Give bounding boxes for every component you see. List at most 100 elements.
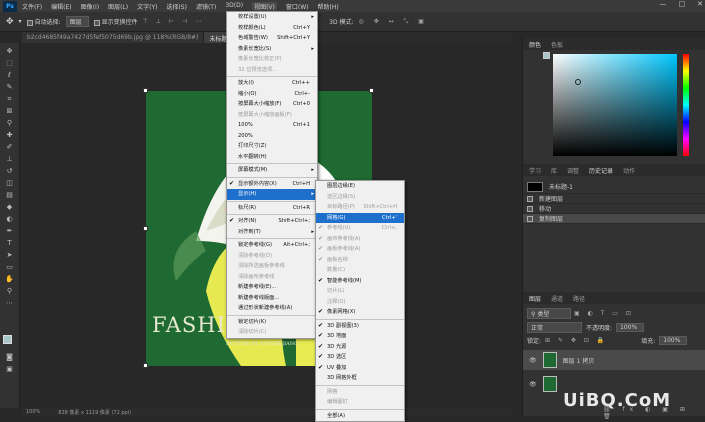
gradient-icon[interactable]: ▤ [4,191,15,200]
quick-select-icon[interactable]: ✎ [4,83,15,92]
marquee-icon[interactable]: ⬚ [4,59,15,68]
healing-icon[interactable]: ✚ [4,131,15,140]
menu-item[interactable]: 图层(L) [108,2,128,11]
menu-item[interactable]: 文字(Y) [137,2,157,11]
menu-item[interactable]: 显示(H) ▸ [227,189,317,200]
menu-item[interactable]: 对齐到(T) ▸ [227,227,317,238]
transform-handle[interactable] [369,88,374,93]
visibility-eye-icon[interactable]: 👁 [529,381,537,388]
menu-item[interactable]: 放大(I) Ctrl++ [227,78,317,89]
history-item[interactable]: 新建图层 [523,194,705,204]
menu-item[interactable]: 图像(I) [81,2,99,11]
tab-paths[interactable]: 路径 [573,294,585,303]
menu-item[interactable]: 200% [227,131,317,142]
menu-item[interactable]: 3D(D) [225,2,243,11]
maximize-icon[interactable]: □ [679,0,686,8]
tab-color[interactable]: 颜色 [529,40,541,49]
menu-item[interactable]: 校样颜色(L) Ctrl+Y [227,23,317,34]
more-tools-icon[interactable]: ⋯ [4,299,15,308]
transform-handle[interactable] [143,88,148,93]
shape-icon[interactable]: ▭ [4,263,15,272]
blend-mode-dropdown[interactable]: 正常 [527,322,582,333]
menu-item[interactable]: 打印尺寸(Z) [227,141,317,152]
tab-learn[interactable]: 学习 [529,166,541,175]
show-transform-checkbox[interactable]: 显示变换控件 [93,17,138,26]
menu-item[interactable]: 3D 网格外框 [316,373,404,384]
menu-item[interactable]: 文件(F) [22,2,42,11]
menu-item[interactable]: 按屏幕大小缩放(F) Ctrl+0 [227,99,317,110]
dodge-icon[interactable]: ◐ [4,215,15,224]
menu-item[interactable]: 网格(G) Ctrl+' [316,212,404,223]
stamp-icon[interactable]: ⊥ [4,155,15,164]
menu-item[interactable]: 编辑(E) [51,2,71,11]
menu-item[interactable]: 选择(S) [166,2,187,11]
tab-adjustments[interactable]: 调整 [567,166,579,175]
minimize-icon[interactable]: — [660,0,667,8]
layer-row[interactable]: 👁 图层 1 拷贝 [523,350,705,370]
history-item[interactable]: 移动 [523,204,705,214]
lock-icons[interactable]: ⊞ ✎ ✥ ⊡ 🔒 [545,337,607,344]
tab-channels[interactable]: 通道 [551,294,563,303]
opacity-field[interactable]: 100% [616,323,645,332]
pen-icon[interactable]: ✒ [4,227,15,236]
menu-item[interactable]: ✔ 3D 副视图(3) [316,321,404,332]
layer-filter-icons[interactable]: ▣ ◐ T ▭ ⊡ [574,310,634,317]
menu-item[interactable]: ✔ 智能参考线(M) [316,276,404,287]
menu-item[interactable]: 像素长宽比(S) ▸ [227,44,317,55]
layer-action-icons[interactable]: ⛓ fx ◐ ▣ ⊞ 🗑 [603,406,705,420]
menu-item[interactable]: 水平翻转(H) [227,152,317,163]
tab-actions[interactable]: 动作 [623,166,635,175]
move-icon[interactable]: ✥ [4,47,15,56]
eyedropper-icon[interactable]: ⚲ [4,119,15,128]
transform-handle[interactable] [143,363,148,368]
menu-item[interactable]: ✔ 3D 地面 [316,331,404,342]
close-icon[interactable]: ✕ [697,0,703,8]
frame-icon[interactable]: ⊠ [4,107,15,116]
menu-item[interactable]: ✔ UV 叠加 [316,363,404,374]
menu-item[interactable]: 视图(V) [252,1,277,11]
auto-select-dropdown[interactable]: 图层 [65,16,89,27]
fill-field[interactable]: 100% [659,336,688,345]
color-picker-cursor[interactable] [575,79,581,85]
menu-item[interactable]: ✔ 3D 选区 [316,352,404,363]
brush-icon[interactable]: ✐ [4,143,15,152]
menu-item[interactable]: ✔ 像素网格(X) [316,307,404,318]
photoshop-logo[interactable]: Ps [3,0,17,12]
tab-swatches[interactable]: 色板 [551,40,563,49]
menu-item[interactable]: 图层边缘(E) [316,181,404,192]
menu-item[interactable]: 窗口(W) [286,2,309,11]
menu-item[interactable]: 帮助(H) [318,2,339,11]
zoom-icon[interactable]: ⚲ [4,287,15,296]
type-icon[interactable]: T [4,239,15,248]
menu-item[interactable]: 缩小(O) Ctrl+- [227,89,317,100]
tab-history[interactable]: 历史记录 [589,166,613,175]
color-picker-field[interactable] [553,54,677,156]
menu-item[interactable]: 通过形状新建参考线(A) [227,303,317,314]
auto-select-checkbox[interactable]: 自动选择: [26,17,61,26]
menu-item[interactable]: 屏幕模式(M) ▸ [227,165,317,176]
menu-item[interactable]: 锁定参考线(G) Alt+Ctrl+; [227,240,317,251]
menu-item[interactable]: 滤镜(T) [196,2,216,11]
blur-icon[interactable]: ◆ [4,203,15,212]
layer-name[interactable]: 图层 1 拷贝 [563,356,595,365]
history-snapshot[interactable]: 未标题-1 [523,180,705,194]
foreground-color-swatch[interactable] [3,335,12,344]
path-select-icon[interactable]: ➤ [4,251,15,260]
tab-layers[interactable]: 图层 [529,294,541,303]
menu-item[interactable]: ✔ 对齐(N) Shift+Ctrl+; [227,216,317,227]
hue-slider[interactable] [683,54,689,156]
history-item[interactable]: 复制图层 [523,214,705,224]
layer-kind-dropdown[interactable]: ⚲ 类型 [527,308,571,319]
tab-document-1[interactable]: b2cd4685f49a7427d5fef5075d69b.jpg @ 118%… [22,32,205,43]
menu-item[interactable]: ✔ 3D 光源 [316,342,404,353]
quick-mask-icon[interactable]: ◙ [4,353,15,362]
zoom-level[interactable]: 100% [26,409,40,415]
move-tool-icon[interactable]: ✥ [6,17,14,27]
color-panel-foreground[interactable] [543,52,550,59]
menu-item[interactable]: 色域警告(W) Shift+Ctrl+Y [227,33,317,44]
eraser-icon[interactable]: ◫ [4,179,15,188]
hand-icon[interactable]: ✋ [4,275,15,284]
chevron-down-icon[interactable]: ▾ [19,18,22,25]
menu-item[interactable]: 新建参考线版面... [227,293,317,304]
menu-item[interactable]: 标尺(R) Ctrl+R [227,203,317,214]
